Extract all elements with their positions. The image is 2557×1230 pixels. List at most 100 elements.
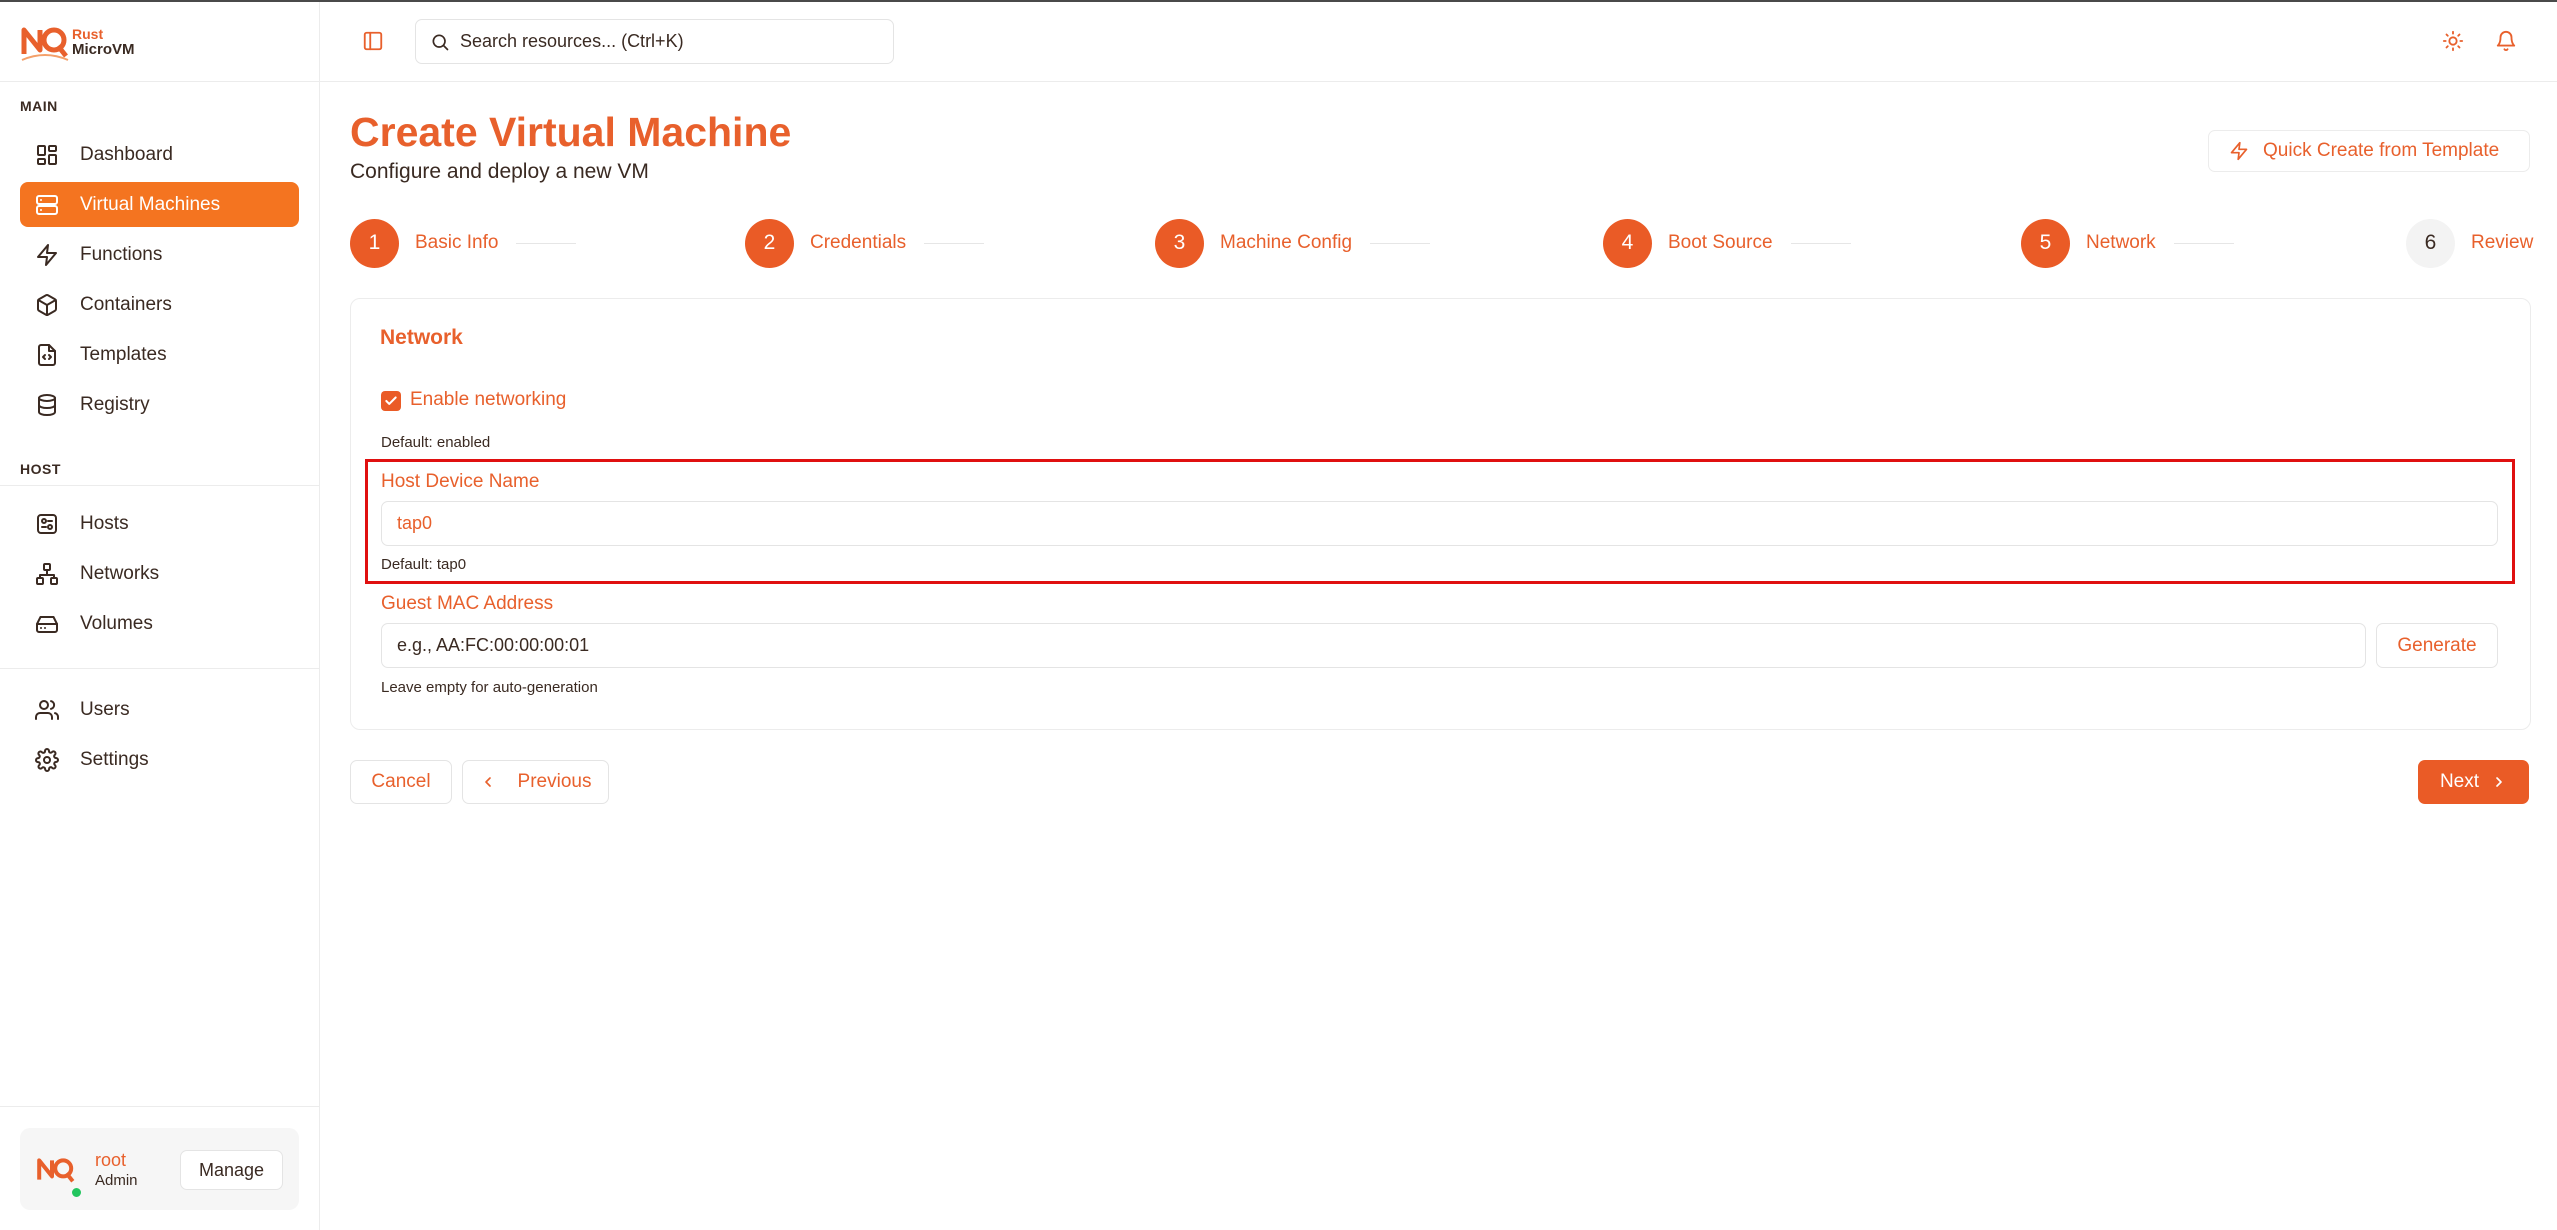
search-box[interactable] [415,19,894,64]
previous-label: Previous [517,771,592,792]
sidebar-toggle-icon[interactable] [362,30,384,52]
search-input[interactable] [460,31,860,52]
gear-icon [34,747,60,773]
app-logo[interactable]: Rust MicroVM [20,20,135,64]
page-title: Create Virtual Machine [350,109,792,155]
step-network[interactable]: 5 Network [2021,218,2234,268]
drive-icon [34,611,60,637]
database-icon [34,392,60,418]
topbar [320,2,2557,82]
enable-networking-checkbox[interactable] [381,391,401,411]
sidebar: Rust MicroVM MAIN Dashboard Virtual Mach… [0,2,320,1230]
sidebar-item-label: Registry [80,393,150,415]
server-icon [34,192,60,218]
sidebar-item-label: Virtual Machines [80,193,221,215]
step-boot-source[interactable]: 4 Boot Source [1603,218,1851,268]
check-icon [385,396,397,405]
step-machine-config[interactable]: 3 Machine Config [1155,218,1431,268]
step-connector [2173,242,2234,244]
step-connector [516,242,577,244]
dashboard-icon [34,142,60,168]
sidebar-item-label: Settings [80,748,149,770]
enable-networking-hint: Default: enabled [381,434,491,451]
host-device-hint: Default: tap0 [381,556,467,573]
avatar [37,1158,75,1183]
generate-button[interactable]: Generate [2376,623,2498,668]
sidebar-item-functions[interactable]: Functions [20,232,299,277]
user-name: root [95,1150,127,1170]
sidebar-item-label: Functions [80,243,163,265]
next-label: Next [2439,771,2480,792]
sidebar-item-label: Templates [80,343,167,365]
step-label: Boot Source [1668,232,1773,253]
sidebar-item-label: Volumes [80,612,153,634]
sidebar-item-hosts[interactable]: Hosts [20,501,299,546]
sidebar-item-virtual-machines[interactable]: Virtual Machines [20,182,299,227]
sidebar-item-templates[interactable]: Templates [20,332,299,377]
step-connector [924,242,985,244]
sidebar-divider [0,81,319,82]
sidebar-item-label: Hosts [80,512,129,534]
step-connector [1370,242,1431,244]
sidebar-item-settings[interactable]: Settings [20,737,299,782]
step-number: 3 [1155,218,1204,268]
users-icon [34,697,60,723]
enable-networking-label[interactable]: Enable networking [410,389,566,411]
step-number: 4 [1603,218,1652,268]
manage-button[interactable]: Manage [180,1150,283,1190]
file-code-icon [34,342,60,368]
search-icon [432,34,449,50]
sidebar-item-label: Containers [80,293,172,315]
sidebar-item-users[interactable]: Users [20,687,299,732]
step-connector [1790,242,1851,244]
next-button[interactable]: Next [2418,760,2529,804]
sidebar-item-networks[interactable]: Networks [20,551,299,596]
page-subtitle: Configure and deploy a new VM [350,160,649,183]
chevron-right-icon [2496,777,2502,787]
box-icon [34,292,60,318]
step-label: Network [2086,232,2156,253]
lightning-icon [2230,141,2248,161]
guest-mac-label: Guest MAC Address [381,593,554,614]
chevron-left-icon [484,777,491,787]
section-label-host: HOST [20,461,61,477]
step-label: Credentials [810,232,907,253]
quick-create-button[interactable]: Quick Create from Template [2208,130,2530,172]
online-status-dot [70,1186,83,1199]
section-title: Network [380,326,463,349]
sidebar-item-registry[interactable]: Registry [20,382,299,427]
sidebar-item-volumes[interactable]: Volumes [20,601,299,646]
step-review[interactable]: 6 Review [2406,218,2533,268]
logo-line-1: Rust [72,26,104,42]
step-number: 6 [2406,218,2455,268]
guest-mac-hint: Leave empty for auto-generation [381,679,598,696]
guest-mac-input[interactable] [381,623,2366,668]
logo-line-2: MicroVM [72,41,135,58]
previous-button[interactable]: Previous [462,760,609,804]
step-basic-info[interactable]: 1 Basic Info [350,218,577,268]
logo-text: Rust MicroVM [72,26,135,58]
step-credentials[interactable]: 2 Credentials [745,218,985,268]
sidebar-item-containers[interactable]: Containers [20,282,299,327]
step-label: Review [2471,232,2534,253]
sun-icon[interactable] [2442,30,2464,52]
sidebar-item-label: Networks [80,562,160,584]
step-number: 5 [2021,218,2070,268]
step-number: 1 [350,218,399,268]
sidebar-divider [0,485,319,486]
host-device-input[interactable] [381,501,2498,546]
lightning-icon [34,242,60,268]
logo-mark-icon [21,27,69,61]
quick-create-label: Quick Create from Template [2263,140,2500,161]
sidebar-item-dashboard[interactable]: Dashboard [20,132,299,177]
sidebar-item-label: Users [80,698,130,720]
step-number: 2 [745,218,794,268]
step-label: Machine Config [1220,232,1353,253]
cancel-button[interactable]: Cancel [350,760,452,804]
user-role: Admin [95,1172,138,1189]
bell-icon[interactable] [2495,30,2517,52]
sidebar-divider [0,1106,319,1107]
sidebar-divider [0,668,319,669]
user-card: root Admin Manage [20,1128,299,1210]
sidebar-item-label: Dashboard [80,143,173,165]
